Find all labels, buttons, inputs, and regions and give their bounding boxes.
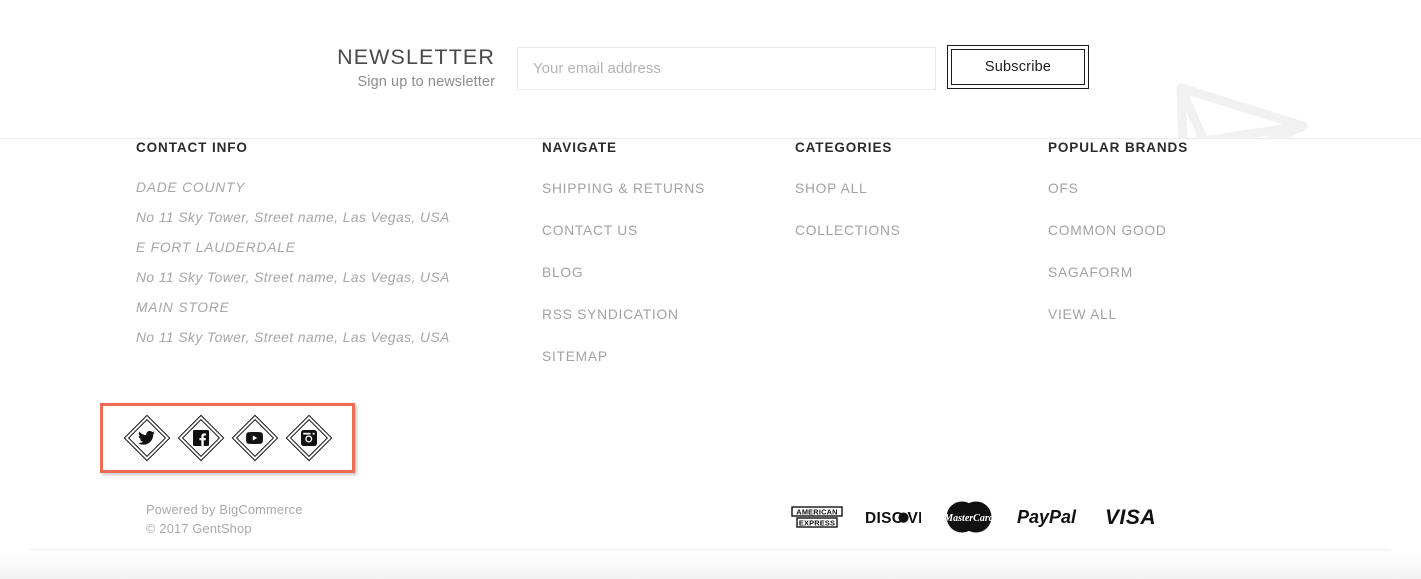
- svg-text:VISA: VISA: [1105, 506, 1156, 529]
- facebook-icon: [192, 430, 209, 447]
- contact-store-address: No 11 Sky Tower, Street name, Las Vegas,…: [136, 270, 450, 285]
- footer-credits: Powered by BigCommerce © 2017 GentShop: [146, 500, 303, 538]
- svg-text:MasterCard: MasterCard: [943, 513, 994, 524]
- navigate-link-blog[interactable]: BLOG: [542, 263, 782, 282]
- footer-page: NEWSLETTER Sign up to newsletter Subscri…: [0, 0, 1421, 579]
- powered-by-text: Powered by BigCommerce: [146, 502, 303, 517]
- brands-link-view-all[interactable]: VIEW ALL: [1048, 305, 1288, 324]
- subscribe-button-label: Subscribe: [951, 49, 1085, 85]
- social-link-instagram[interactable]: [285, 414, 332, 462]
- newsletter-section: NEWSLETTER Sign up to newsletter Subscri…: [0, 0, 1421, 139]
- svg-text:PayPal: PayPal: [1017, 507, 1077, 527]
- svg-text:EXPRESS: EXPRESS: [799, 518, 835, 527]
- footer-heading-popular-brands: POPULAR BRANDS: [1048, 140, 1189, 155]
- payment-methods: AMERICAN EXPRESS DISC VER MasterCard: [791, 500, 1165, 539]
- contact-store-name: DADE COUNTY: [136, 180, 246, 195]
- brands-link-sagaform[interactable]: SAGAFORM: [1048, 263, 1288, 282]
- twitter-icon: [138, 430, 155, 447]
- brands-link-ofs[interactable]: OFS: [1048, 179, 1288, 198]
- discover-icon: DISC VER: [865, 505, 940, 534]
- contact-store-address: No 11 Sky Tower, Street name, Las Vegas,…: [136, 330, 450, 345]
- newsletter-copy: NEWSLETTER Sign up to newsletter: [150, 44, 495, 93]
- social-links-highlight: [100, 403, 355, 473]
- brands-link-common-good[interactable]: COMMON GOOD: [1048, 221, 1288, 240]
- mastercard-icon: MasterCard: [943, 500, 995, 539]
- footer-column-popular-brands: POPULAR BRANDS OFS COMMON GOOD SAGAFORM …: [1048, 139, 1288, 324]
- navigate-link-list: SHIPPING & RETURNS CONTACT US BLOG RSS S…: [542, 179, 782, 366]
- svg-text:AMERICAN: AMERICAN: [796, 507, 837, 516]
- footer-column-categories: CATEGORIES SHOP ALL COLLECTIONS: [795, 139, 1025, 240]
- svg-text:VER: VER: [908, 510, 922, 527]
- social-link-twitter[interactable]: [123, 414, 170, 462]
- footer-heading-contact-info: CONTACT INFO: [136, 140, 248, 155]
- social-link-youtube[interactable]: [231, 414, 278, 462]
- youtube-icon: [246, 430, 263, 447]
- social-link-facebook[interactable]: [177, 414, 224, 462]
- footer-columns: CONTACT INFO DADE COUNTY No 11 Sky Tower…: [0, 139, 1421, 539]
- footer-column-navigate: NAVIGATE SHIPPING & RETURNS CONTACT US B…: [542, 139, 782, 366]
- instagram-icon: [300, 430, 317, 447]
- newsletter-subtitle: Sign up to newsletter: [357, 74, 495, 90]
- copyright-text: © 2017 GentShop: [146, 521, 252, 536]
- contact-info-list: DADE COUNTY No 11 Sky Tower, Street name…: [136, 178, 526, 347]
- footer-bottom-bar: Powered by BigCommerce © 2017 GentShop A…: [0, 488, 1421, 550]
- contact-store-name: MAIN STORE: [136, 300, 230, 315]
- navigate-link-contact-us[interactable]: CONTACT US: [542, 221, 782, 240]
- navigate-link-sitemap[interactable]: SITEMAP: [542, 347, 782, 366]
- visa-icon: VISA: [1105, 504, 1165, 535]
- footer-heading-categories: CATEGORIES: [795, 140, 893, 155]
- paypal-icon: PayPal: [1017, 505, 1083, 534]
- paper-plane-icon: [1143, 48, 1318, 138]
- categories-link-list: SHOP ALL COLLECTIONS: [795, 179, 1025, 240]
- subscribe-button[interactable]: Subscribe: [947, 45, 1089, 89]
- social-links-row: [103, 406, 352, 470]
- svg-text:DISC: DISC: [865, 510, 903, 527]
- categories-link-collections[interactable]: COLLECTIONS: [795, 221, 1025, 240]
- categories-link-shop-all[interactable]: SHOP ALL: [795, 179, 1025, 198]
- american-express-icon: AMERICAN EXPRESS: [791, 502, 843, 537]
- page-bottom-shade: [0, 551, 1421, 579]
- contact-store-name: E FORT LAUDERDALE: [136, 240, 296, 255]
- footer-heading-navigate: NAVIGATE: [542, 140, 617, 155]
- navigate-link-shipping-returns[interactable]: SHIPPING & RETURNS: [542, 179, 782, 198]
- contact-store-address: No 11 Sky Tower, Street name, Las Vegas,…: [136, 210, 450, 225]
- email-input[interactable]: [517, 47, 936, 90]
- navigate-link-rss-syndication[interactable]: RSS SYNDICATION: [542, 305, 782, 324]
- brands-link-list: OFS COMMON GOOD SAGAFORM VIEW ALL: [1048, 179, 1288, 324]
- newsletter-title: NEWSLETTER: [337, 45, 495, 69]
- footer-column-contact-info: CONTACT INFO DADE COUNTY No 11 Sky Tower…: [136, 139, 526, 358]
